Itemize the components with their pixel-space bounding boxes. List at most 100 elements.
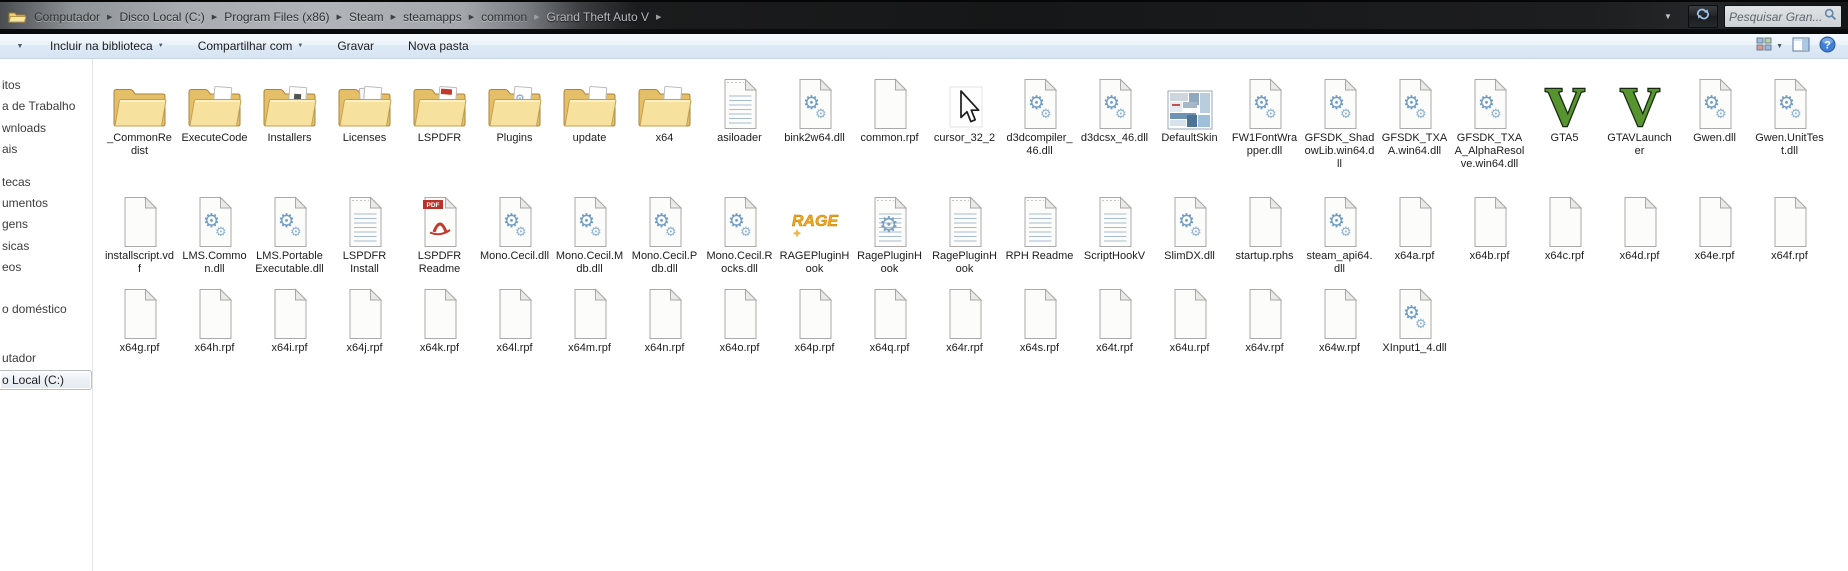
file-item[interactable]: x64v.rpf (1227, 282, 1302, 355)
file-item[interactable]: RPH Readme (1002, 190, 1077, 276)
file-item[interactable]: x64o.rpf (702, 282, 777, 355)
file-item[interactable]: LSPDFR Install (327, 190, 402, 276)
chevron-down-icon[interactable]: ▼ (1655, 2, 1681, 31)
breadcrumb-segment[interactable]: Grand Theft Auto V (543, 10, 654, 24)
file-item[interactable]: x64i.rpf (252, 282, 327, 355)
file-item[interactable]: ⚙ ⚙ d3dcsx_46.dll (1077, 72, 1152, 171)
sidebar-item[interactable]: eos (0, 257, 92, 277)
breadcrumb-segment[interactable]: Steam (345, 10, 388, 24)
sidebar-item[interactable]: itos (0, 75, 92, 95)
file-item[interactable]: x64n.rpf (627, 282, 702, 355)
file-item[interactable]: ⚙ ⚙ Mono.Cecil.Pdb.dll (627, 190, 702, 276)
file-item[interactable]: x64e.rpf (1677, 190, 1752, 276)
sidebar-item[interactable]: gens (0, 214, 92, 234)
file-name: x64l.rpf (496, 342, 533, 354)
file-item[interactable]: ⚙ ⚙ LMS.Common.dll (177, 190, 252, 276)
file-item[interactable]: ⚙ ⚙ Gwen.UnitTest.dll (1752, 72, 1827, 171)
file-item[interactable]: ⚙ ⚙ bink2w64.dll (777, 72, 852, 171)
file-item[interactable]: installscript.vdf (102, 190, 177, 276)
file-item[interactable]: Licenses (327, 72, 402, 171)
toolbar-button-nova-pasta[interactable]: Nova pasta (398, 35, 479, 57)
file-item[interactable]: startup.rphs (1227, 190, 1302, 276)
toolbar-overflow-caret[interactable]: ▼ (0, 43, 40, 50)
file-item[interactable]: x64s.rpf (1002, 282, 1077, 355)
help-button[interactable]: ? (1819, 36, 1836, 58)
file-item[interactable]: update (552, 72, 627, 171)
file-name: x64g.rpf (119, 342, 160, 354)
file-item[interactable]: x64q.rpf (852, 282, 927, 355)
file-item[interactable]: x64m.rpf (552, 282, 627, 355)
breadcrumb-segment[interactable]: common (477, 10, 531, 24)
file-item[interactable]: ⚙ ⚙ steam_api64.dll (1302, 190, 1377, 276)
file-item[interactable]: ExecuteCode (177, 72, 252, 171)
file-item[interactable]: x64g.rpf (102, 282, 177, 355)
sidebar-item[interactable]: wnloads (0, 118, 92, 138)
file-item[interactable]: x64p.rpf (777, 282, 852, 355)
file-item[interactable]: x64k.rpf (402, 282, 477, 355)
file-item[interactable]: x64d.rpf (1602, 190, 1677, 276)
file-item[interactable]: ⚙⚙ Plugins (477, 72, 552, 171)
file-item[interactable]: _CommonRedist (102, 72, 177, 171)
breadcrumb-segment[interactable]: Program Files (x86) (220, 10, 333, 24)
sidebar-item[interactable]: utador (0, 348, 92, 368)
file-item[interactable]: RagePluginHook (927, 190, 1002, 276)
file-item[interactable]: common.rpf (852, 72, 927, 171)
magnifier-icon[interactable] (1824, 8, 1837, 26)
file-item[interactable]: ⚙ ⚙ GFSDK_TXAA.win64.dll (1377, 72, 1452, 171)
sidebar-item[interactable]: ais (0, 139, 92, 159)
sidebar-item[interactable]: sicas (0, 236, 92, 256)
toolbar-button-compartilhar-com[interactable]: Compartilhar com ▼ (188, 35, 314, 57)
file-item[interactable]: V GTA5 (1527, 72, 1602, 171)
preview-pane-button[interactable] (1792, 37, 1810, 57)
file-item[interactable]: ⚙ ⚙ XInput1_4.dll (1377, 282, 1452, 355)
file-item[interactable]: x64t.rpf (1077, 282, 1152, 355)
file-item[interactable]: RAGE RAGEPluginHook (777, 190, 852, 276)
views-button[interactable]: ▼ (1756, 37, 1783, 56)
file-item[interactable]: x64a.rpf (1377, 190, 1452, 276)
pane-divider[interactable] (92, 59, 93, 571)
file-item[interactable]: ⚙ ⚙ Mono.Cecil.dll (477, 190, 552, 276)
search-input[interactable] (1729, 9, 1824, 24)
file-item[interactable]: V GTAVLauncher (1602, 72, 1677, 171)
file-item[interactable]: ⚙ ⚙ Mono.Cecil.Rocks.dll (702, 190, 777, 276)
file-item[interactable]: Installers (252, 72, 327, 171)
file-item[interactable]: PDF LSPDFR Readme (402, 190, 477, 276)
file-item[interactable]: ⚙ ⚙ Gwen.dll (1677, 72, 1752, 171)
file-item[interactable]: x64r.rpf (927, 282, 1002, 355)
file-item[interactable]: ⚙ ⚙ GFSDK_TXAA_AlphaResolve.win64.dll (1452, 72, 1527, 171)
toolbar-button-gravar[interactable]: Gravar (327, 35, 384, 57)
toolbar-button-incluir-na-biblioteca[interactable]: Incluir na biblioteca ▼ (40, 35, 174, 57)
file-item[interactable]: ScriptHookV (1077, 190, 1152, 276)
breadcrumb-segment[interactable]: steamapps (399, 10, 466, 24)
file-item[interactable]: LSPDFR (402, 72, 477, 171)
file-item[interactable]: ⚙ ⚙ d3dcompiler_46.dll (1002, 72, 1077, 171)
file-item[interactable]: ⚙ ⚙ FW1FontWrapper.dll (1227, 72, 1302, 171)
refresh-button[interactable] (1688, 5, 1718, 28)
file-item[interactable]: x64l.rpf (477, 282, 552, 355)
file-item[interactable]: x64 (627, 72, 702, 171)
file-item[interactable]: x64f.rpf (1752, 190, 1827, 276)
sidebar-item[interactable]: o Local (C:) (0, 370, 92, 390)
breadcrumb-segment[interactable]: Computador (30, 10, 104, 24)
file-item[interactable]: x64b.rpf (1452, 190, 1527, 276)
file-item[interactable]: ⚙ ⚙ SlimDX.dll (1152, 190, 1227, 276)
file-item[interactable]: ⚙ ⚙ GFSDK_ShadowLib.win64.dll (1302, 72, 1377, 171)
sidebar-item[interactable]: o doméstico (0, 299, 92, 319)
file-item[interactable]: x64j.rpf (327, 282, 402, 355)
doc-blank-icon (645, 282, 685, 340)
file-item[interactable]: ⚙ ⚙ LMS.PortableExecutable.dll (252, 190, 327, 276)
file-item[interactable]: ⚙ ⚙ Mono.Cecil.Mdb.dll (552, 190, 627, 276)
sidebar-item[interactable]: tecas (0, 172, 92, 192)
breadcrumb-segment[interactable]: Disco Local (C:) (115, 10, 208, 24)
sidebar-item[interactable]: umentos (0, 193, 92, 213)
file-item[interactable]: DefaultSkin (1152, 72, 1227, 171)
file-item[interactable]: x64c.rpf (1527, 190, 1602, 276)
file-item[interactable]: x64h.rpf (177, 282, 252, 355)
svg-text:⚙: ⚙ (1340, 225, 1352, 240)
file-item[interactable]: x64u.rpf (1152, 282, 1227, 355)
sidebar-item[interactable]: a de Trabalho (0, 96, 92, 116)
file-item[interactable]: cursor_32_2 (927, 72, 1002, 171)
file-item[interactable]: asiloader (702, 72, 777, 171)
file-item[interactable]: x64w.rpf (1302, 282, 1377, 355)
file-item[interactable]: ⚙ RagePluginHook (852, 190, 927, 276)
